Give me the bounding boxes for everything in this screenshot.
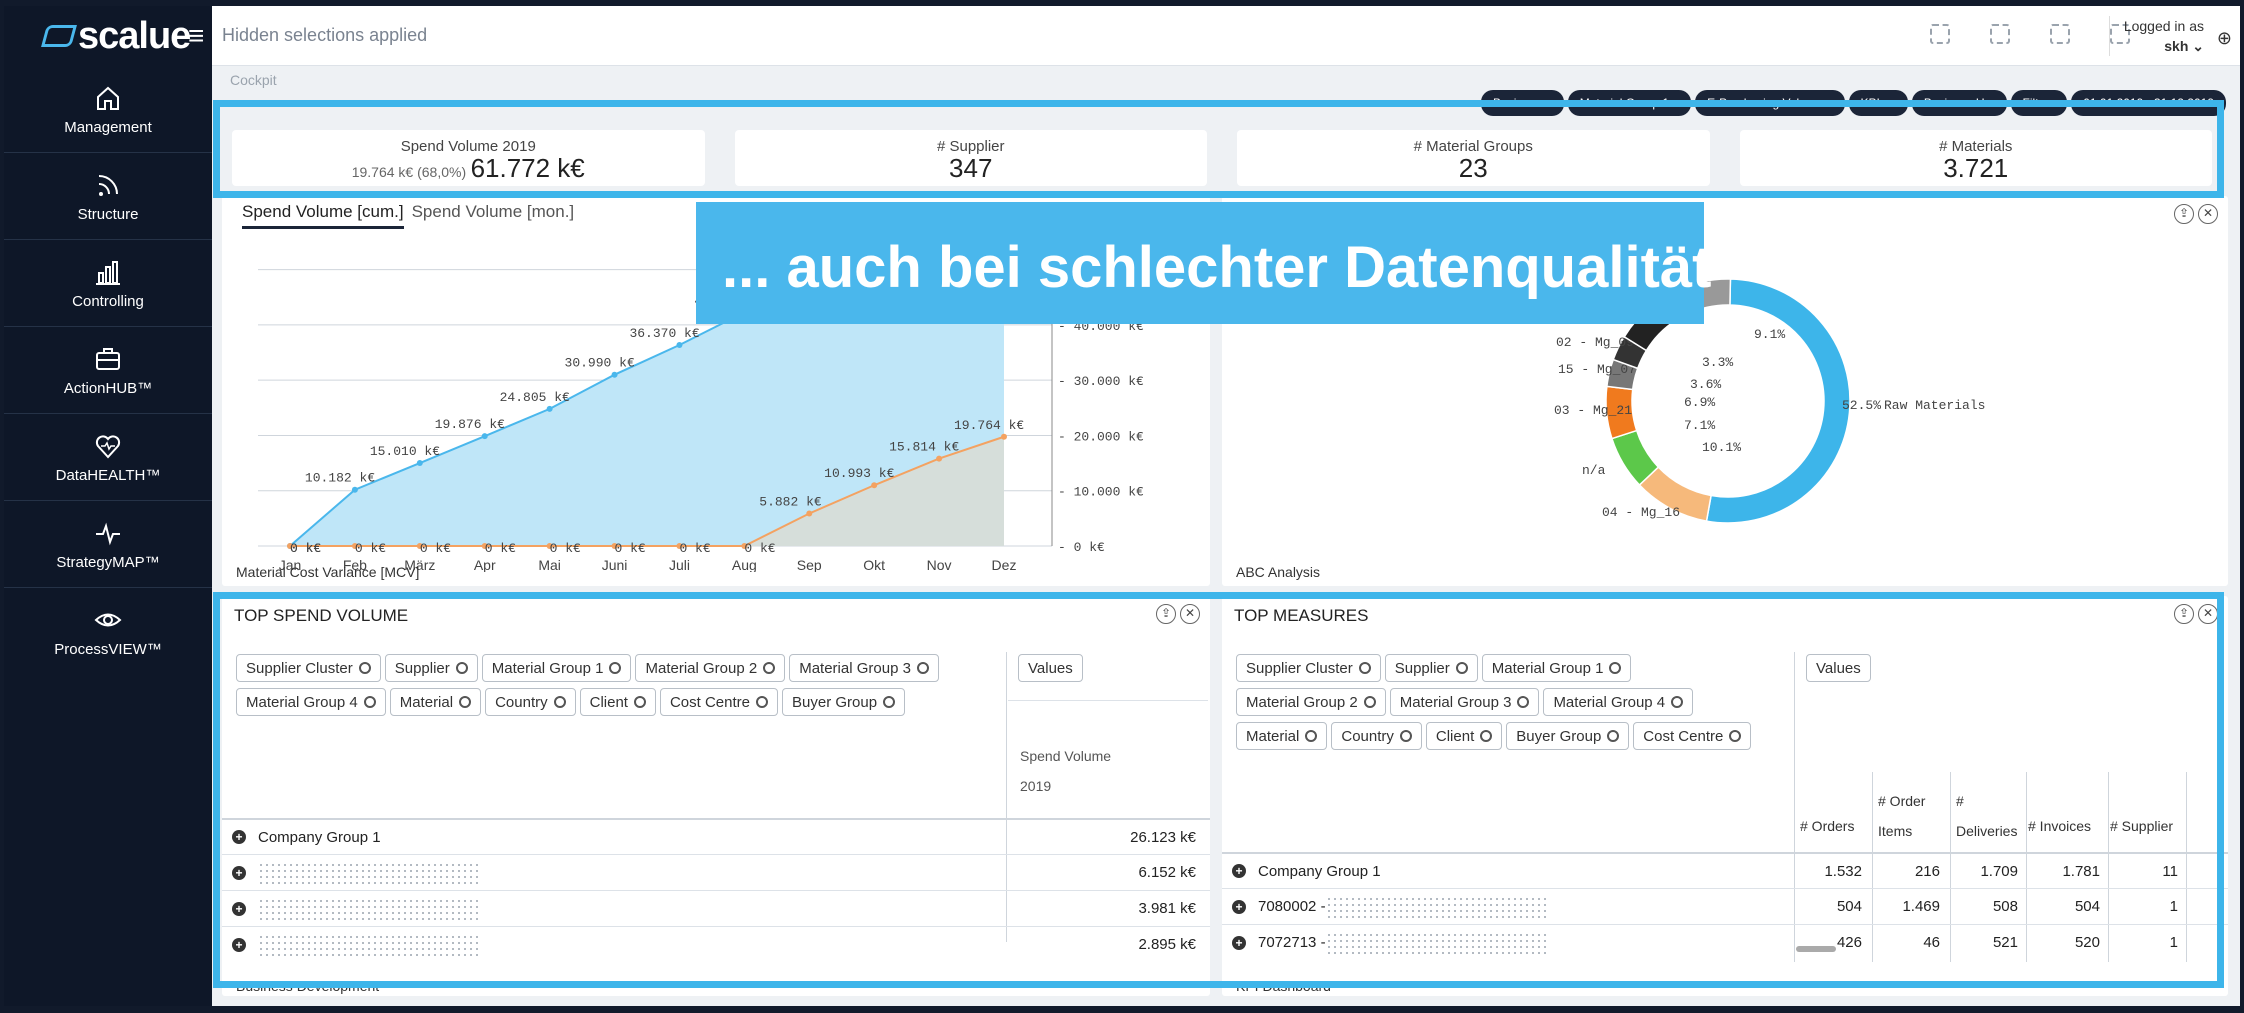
y-tick-label: - 20.000 k€ [1058,429,1144,444]
x-tick-label: Sep [797,557,822,572]
data-label: 0 k€ [679,541,710,556]
sidebar-item-label: Controlling [72,292,144,310]
x-tick-label: Apr [474,557,496,572]
y-tick-label: - 0 k€ [1058,540,1105,555]
slice-pct-label: 3.6% [1690,377,1721,392]
logo[interactable]: scalue [4,6,212,66]
slice-pct-label: 3.3% [1702,355,1733,370]
highlight-kpi-row [213,100,2224,198]
data-label: 0 k€ [290,541,321,556]
x-tick-label: Nov [927,557,952,572]
data-label: 0 k€ [744,541,775,556]
logo-text: scalue [78,14,191,57]
pulse-icon [96,522,120,545]
data-point [481,433,488,440]
x-tick-label: Aug [732,557,757,572]
sidebar-item-label: DataHEALTH™ [55,466,161,484]
user-menu[interactable]: Logged in as skh ⌄ [2108,16,2204,56]
search-selection-icon[interactable] [1930,24,1950,44]
menu-icon[interactable]: ≡ [188,20,204,52]
sidebar-item-actionhub[interactable]: ActionHUB™ [4,327,212,414]
tab-spend-volume-cum[interactable]: Spend Volume [cum.] [242,202,404,229]
data-label: 15.814 k€ [889,440,959,455]
sidebar-item-label: ActionHUB™ [63,379,153,397]
donut-slice [1705,278,1851,524]
panel-footer-label: Material Cost Variance [MCV] [236,564,420,580]
data-point [416,460,423,467]
slice-pct-label: 10.1% [1702,440,1741,455]
overlay-banner: ... auch bei schlechter Datenqualität [696,202,1711,324]
x-tick-label: Mai [538,557,561,572]
home-icon [97,86,119,110]
y-tick-label: - 10.000 k€ [1058,485,1144,500]
data-point [351,486,358,493]
sidebar-item-management[interactable]: Management [4,66,212,153]
slice-name-label: 02 - Mg_09 [1556,335,1634,350]
sidebar-item-label: Management [64,118,152,136]
slice-name-label: 04 - Mg_16 [1602,505,1680,520]
data-label: 19.876 k€ [435,417,505,432]
slice-pct-label: 6.9% [1684,395,1715,410]
breadcrumb[interactable]: Cockpit [230,72,277,88]
data-label: 15.010 k€ [370,444,440,459]
slice-name-label: n/a [1582,463,1606,478]
briefcase-icon [96,347,120,370]
data-point [806,510,813,517]
sidebar-item-controlling[interactable]: Controlling [4,240,212,327]
slice-pct-label: 9.1% [1754,327,1785,342]
data-point [546,405,553,412]
tab-spend-volume-mon[interactable]: Spend Volume [mon.] [412,202,575,229]
data-point [936,455,943,462]
breadcrumb-row: Cockpit Business... Material Group 1... … [212,66,2240,116]
data-label: 0 k€ [420,541,451,556]
sidebar-item-processview[interactable]: ProcessVIEW™ [4,588,212,675]
top-bar: Hidden selections applied Logged in as s… [212,6,2240,66]
data-label: 36.370 k€ [629,326,699,341]
app-frame: scalue ≡ Management Structure Controllin… [0,0,2244,1013]
panel-footer-label: ABC Analysis [1236,564,1321,580]
sidebar-item-label: Structure [77,205,139,223]
logo-icon [41,25,77,47]
data-point [676,341,683,348]
data-label: 0 k€ [485,541,516,556]
data-label: 0 k€ [355,541,386,556]
data-label: 0 k€ [615,541,646,556]
back-selection-icon[interactable] [1990,24,2010,44]
sidebar-item-structure[interactable]: Structure [4,153,212,240]
hidden-selections-text: Hidden selections applied [222,25,428,45]
globe-icon[interactable]: ⊕ [2217,28,2232,49]
data-point [871,482,878,489]
x-tick-label: Juli [669,557,690,572]
data-label: 24.805 k€ [500,390,570,405]
eye-icon [94,613,122,627]
x-tick-label: Dez [992,557,1017,572]
data-label: 30.990 k€ [565,356,635,371]
slice-pct-label: 52.5% [1842,398,1881,413]
data-point [611,371,618,378]
data-label: 19.764 k€ [954,418,1024,433]
slice-name-label: 03 - Mg_21 [1554,403,1632,418]
data-label: 0 k€ [550,541,581,556]
x-tick-label: Juni [602,557,628,572]
y-tick-label: - 30.000 k€ [1058,374,1144,389]
sidebar-item-datahealth[interactable]: DataHEALTH™ [4,414,212,501]
sidebar-item-label: StrategyMAP™ [56,553,160,571]
data-label: 10.993 k€ [824,466,894,481]
sidebar: scalue ≡ Management Structure Controllin… [4,6,212,1006]
logged-in-label: Logged in as [2123,18,2204,34]
highlight-tables [213,592,2224,988]
data-point [1001,433,1007,440]
username: skh ⌄ [2164,38,2204,54]
forward-selection-icon[interactable] [2050,24,2070,44]
sidebar-item-label: ProcessVIEW™ [54,641,162,658]
signal-icon [98,174,118,196]
data-label: 5.882 k€ [759,494,822,509]
slice-name-label: Raw Materials [1884,398,1985,413]
slice-pct-label: 7.1% [1684,418,1715,433]
data-label: 10.182 k€ [305,471,375,486]
x-tick-label: Okt [863,557,885,572]
sidebar-item-strategymap[interactable]: StrategyMAP™ [4,501,212,588]
heart-icon [95,434,121,458]
bar-chart-icon [96,260,120,285]
